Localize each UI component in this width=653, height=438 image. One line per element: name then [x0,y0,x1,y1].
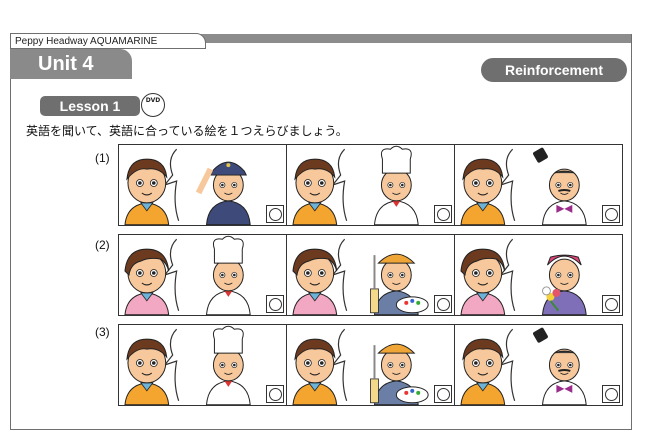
dvd-icon: DVD [141,93,165,117]
unit-title: Unit 4 [10,49,132,79]
option-chef[interactable] [119,235,287,315]
answer-checkbox[interactable] [434,205,452,223]
answer-checkbox[interactable] [602,295,620,313]
question-row-2 [118,234,623,316]
option-chef[interactable] [287,145,455,225]
answer-checkbox[interactable] [266,295,284,313]
answer-checkbox[interactable] [266,205,284,223]
answer-checkbox[interactable] [602,385,620,403]
option-painter[interactable] [287,235,455,315]
series-title: Peppy Headway AQUAMARINE [10,33,206,49]
lesson-badge: Lesson 1 [40,96,140,116]
option-conductor[interactable] [119,145,287,225]
worksheet: Peppy Headway AQUAMARINE Unit 4 Reinforc… [0,0,653,438]
option-magician[interactable] [455,145,622,225]
answer-checkbox[interactable] [434,385,452,403]
question-row-1 [118,144,623,226]
instruction-text: 英語を聞いて、英語に合っている絵を１つえらびましょう。 [26,124,348,138]
option-magician[interactable] [455,325,622,405]
question-number: (1) [95,151,110,165]
dvd-label: DVD [145,97,161,104]
option-painter[interactable] [287,325,455,405]
option-florist[interactable] [455,235,622,315]
option-chef[interactable] [119,325,287,405]
section-badge: Reinforcement [481,58,627,82]
answer-checkbox[interactable] [602,205,620,223]
answer-checkbox[interactable] [266,385,284,403]
question-number: (2) [95,238,110,252]
question-number: (3) [95,325,110,339]
answer-checkbox[interactable] [434,295,452,313]
question-row-3 [118,324,623,406]
